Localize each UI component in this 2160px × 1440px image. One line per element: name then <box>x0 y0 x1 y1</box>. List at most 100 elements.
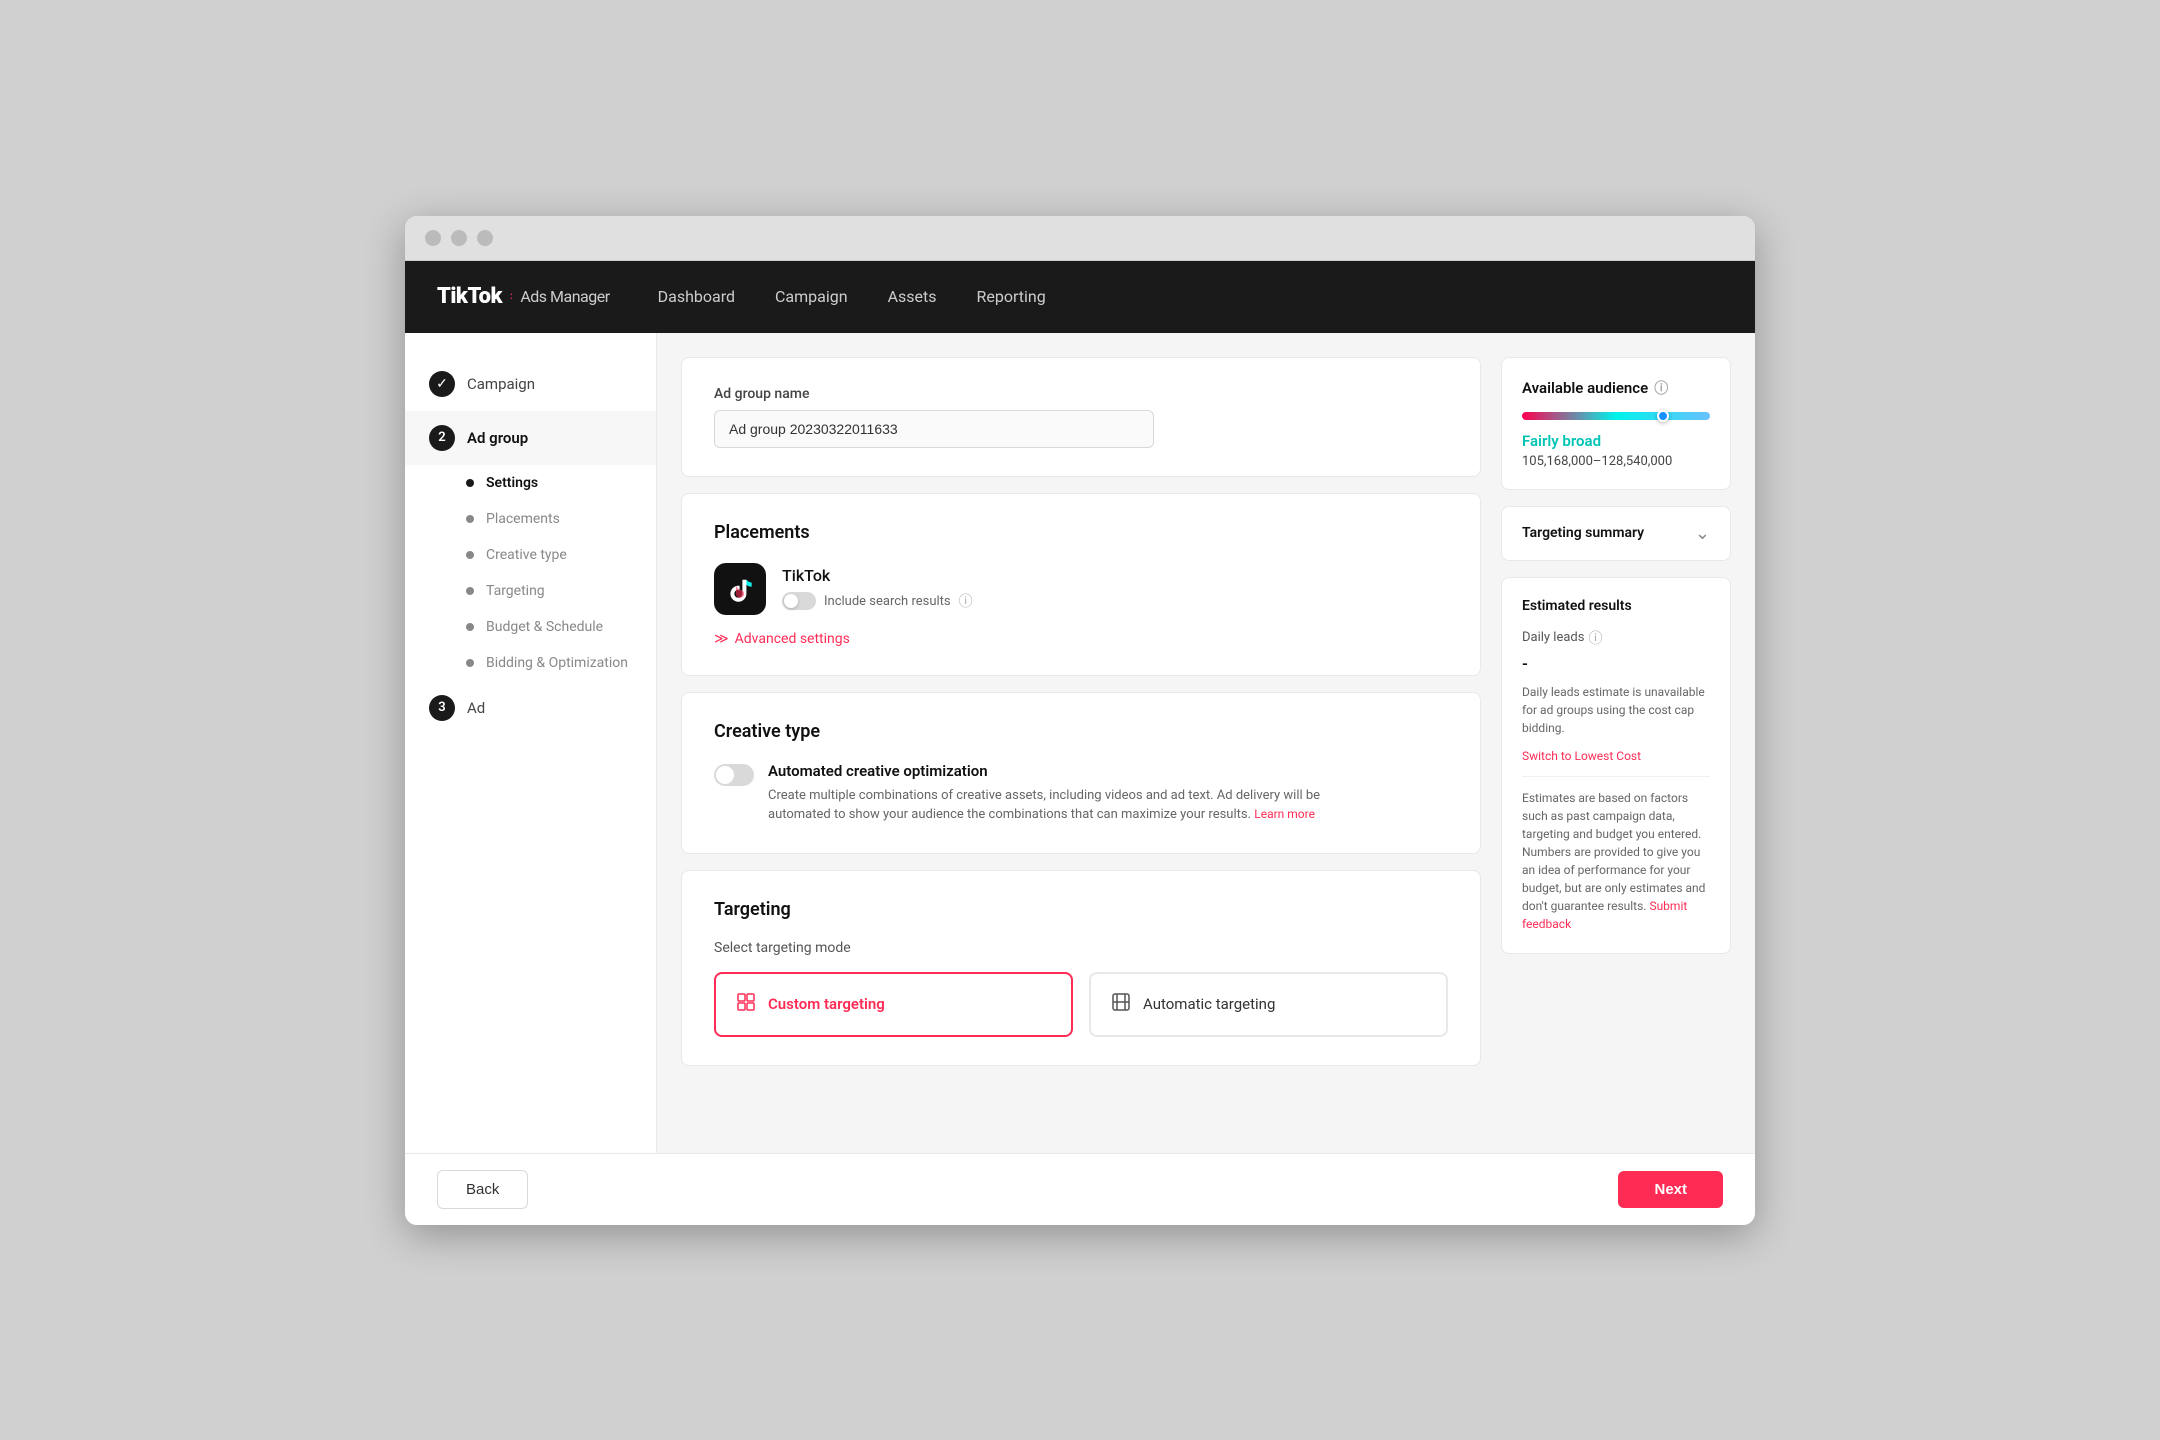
sidebar-item-placements[interactable]: Placements <box>405 501 656 537</box>
disclaimer-text: Estimates are based on factors such as p… <box>1522 789 1710 933</box>
targeting-card: Targeting Select targeting mode <box>681 870 1481 1066</box>
toggle-info: Automated creative optimization Create m… <box>768 762 1368 825</box>
nav-reporting[interactable]: Reporting <box>977 287 1046 306</box>
daily-leads-info-icon[interactable]: ⓘ <box>1588 628 1602 648</box>
nav-links: Dashboard Campaign Assets Reporting <box>658 287 1046 306</box>
logo: TikTok: Ads Manager <box>437 284 610 309</box>
sidebar-label-targeting: Targeting <box>486 583 545 599</box>
placements-bullet <box>466 515 474 523</box>
logo-dot: : <box>510 291 512 302</box>
main-content: Ad group name Placements <box>681 357 1481 1129</box>
available-audience-card: Available audience ⓘ Fairly broad 105,16… <box>1501 357 1731 490</box>
nav-dashboard[interactable]: Dashboard <box>658 287 735 306</box>
back-button[interactable]: Back <box>437 1170 528 1209</box>
include-search-toggle[interactable] <box>782 592 816 610</box>
sidebar-label-budget-schedule: Budget & Schedule <box>486 619 603 635</box>
sidebar-label-campaign: Campaign <box>467 375 535 393</box>
sidebar-item-targeting[interactable]: Targeting <box>405 573 656 609</box>
automatic-targeting-label: Automatic targeting <box>1143 995 1275 1013</box>
targeting-title: Targeting <box>714 899 1448 920</box>
advanced-settings-label: Advanced settings <box>735 631 850 647</box>
toggle-label: Automated creative optimization <box>768 762 1368 780</box>
toggle-knob <box>784 594 798 608</box>
targeting-summary-title: Targeting summary <box>1522 525 1644 541</box>
sidebar-item-settings[interactable]: Settings <box>405 465 656 501</box>
estimated-results-card: Estimated results Daily leads ⓘ - Daily … <box>1501 577 1731 954</box>
nav-campaign[interactable]: Campaign <box>775 287 848 306</box>
available-audience-title: Available audience ⓘ <box>1522 378 1710 398</box>
sidebar-label-ad: Ad <box>467 699 485 717</box>
next-button[interactable]: Next <box>1618 1171 1723 1208</box>
targeting-mode: Custom targeting <box>714 972 1448 1037</box>
ad-group-name-card: Ad group name <box>681 357 1481 477</box>
content-area: Ad group name Placements <box>657 333 1755 1153</box>
ad-step-icon: 3 <box>429 695 455 721</box>
bottom-bar: Back Next <box>405 1153 1755 1225</box>
sidebar-label-creative-type: Creative type <box>486 547 567 563</box>
sidebar-item-ad[interactable]: 3 Ad <box>405 681 656 735</box>
ad-group-step-icon: 2 <box>429 425 455 451</box>
logo-subtitle: Ads Manager <box>520 287 609 306</box>
browser-chrome <box>405 216 1755 261</box>
browser-window: TikTok: Ads Manager Dashboard Campaign A… <box>405 216 1755 1225</box>
chevron-down-icon: ⌄ <box>1695 523 1710 544</box>
campaign-check-icon: ✓ <box>429 371 455 397</box>
custom-targeting-label: Custom targeting <box>768 995 885 1013</box>
logo-tiktok-text: TikTok <box>437 284 502 309</box>
nav-assets[interactable]: Assets <box>888 287 937 306</box>
sidebar-label-ad-group: Ad group <box>467 429 528 447</box>
automatic-targeting-option[interactable]: Automatic targeting <box>1089 972 1448 1037</box>
sidebar-label-settings: Settings <box>486 475 538 491</box>
targeting-summary-card[interactable]: Targeting summary ⌄ <box>1501 506 1731 561</box>
audience-bar-indicator <box>1657 410 1669 422</box>
chevron-down-small-icon: ≫ <box>714 631 729 647</box>
audience-breadth-bar <box>1522 412 1710 420</box>
include-search-label: Include search results <box>824 594 951 609</box>
audience-breadth-label: Fairly broad <box>1522 432 1710 450</box>
divider <box>1522 776 1710 777</box>
sidebar-label-placements: Placements <box>486 511 560 527</box>
creative-type-title: Creative type <box>714 721 1448 742</box>
select-targeting-mode-label: Select targeting mode <box>714 940 1448 956</box>
placements-card: Placements TikTok <box>681 493 1481 676</box>
sidebar-item-campaign[interactable]: ✓ Campaign <box>405 357 656 411</box>
learn-more-link[interactable]: Learn more <box>1254 807 1315 821</box>
sidebar-item-creative-type[interactable]: Creative type <box>405 537 656 573</box>
sidebar-label-bidding-optimization: Bidding & Optimization <box>486 655 628 671</box>
creative-type-card: Creative type Automated creative optimiz… <box>681 692 1481 854</box>
audience-range: 105,168,000–128,540,000 <box>1522 454 1710 469</box>
placement-tiktok-item: TikTok Include search results ⓘ <box>714 563 1448 615</box>
custom-targeting-option[interactable]: Custom targeting <box>714 972 1073 1037</box>
ad-group-name-label: Ad group name <box>714 386 1448 402</box>
tiktok-icon <box>714 563 766 615</box>
top-nav: TikTok: Ads Manager Dashboard Campaign A… <box>405 261 1755 333</box>
custom-targeting-icon <box>736 992 756 1017</box>
budget-schedule-bullet <box>466 623 474 631</box>
traffic-light-close[interactable] <box>425 230 441 246</box>
daily-leads-note: Daily leads estimate is unavailable for … <box>1522 683 1710 737</box>
daily-leads-value: - <box>1522 654 1710 673</box>
switch-lowest-cost-link[interactable]: Switch to Lowest Cost <box>1522 749 1641 763</box>
traffic-light-maximize[interactable] <box>477 230 493 246</box>
main-layout: ✓ Campaign 2 Ad group Settings Placement… <box>405 333 1755 1153</box>
traffic-light-minimize[interactable] <box>451 230 467 246</box>
bidding-optimization-bullet <box>466 659 474 667</box>
tiktok-placement-name: TikTok <box>782 566 973 585</box>
sidebar-item-budget-schedule[interactable]: Budget & Schedule <box>405 609 656 645</box>
audience-info-icon[interactable]: ⓘ <box>1654 378 1668 398</box>
automated-creative-toggle[interactable] <box>714 764 754 786</box>
toggle-description: Create multiple combinations of creative… <box>768 786 1368 825</box>
creative-type-bullet <box>466 551 474 559</box>
sidebar-item-bidding-optimization[interactable]: Bidding & Optimization <box>405 645 656 681</box>
automatic-targeting-icon <box>1111 992 1131 1017</box>
tiktok-placement-info: TikTok Include search results ⓘ <box>782 566 973 611</box>
settings-bullet <box>466 479 474 487</box>
sidebar-item-ad-group[interactable]: 2 Ad group <box>405 411 656 465</box>
daily-leads-label: Daily leads ⓘ <box>1522 628 1710 648</box>
ad-group-name-input[interactable] <box>714 410 1154 448</box>
include-search-info-icon[interactable]: ⓘ <box>959 591 973 611</box>
advanced-settings-link[interactable]: ≫ Advanced settings <box>714 631 1448 647</box>
right-panel: Available audience ⓘ Fairly broad 105,16… <box>1501 357 1731 1129</box>
toggle-row: Automated creative optimization Create m… <box>714 762 1448 825</box>
include-search-row: Include search results ⓘ <box>782 591 973 611</box>
